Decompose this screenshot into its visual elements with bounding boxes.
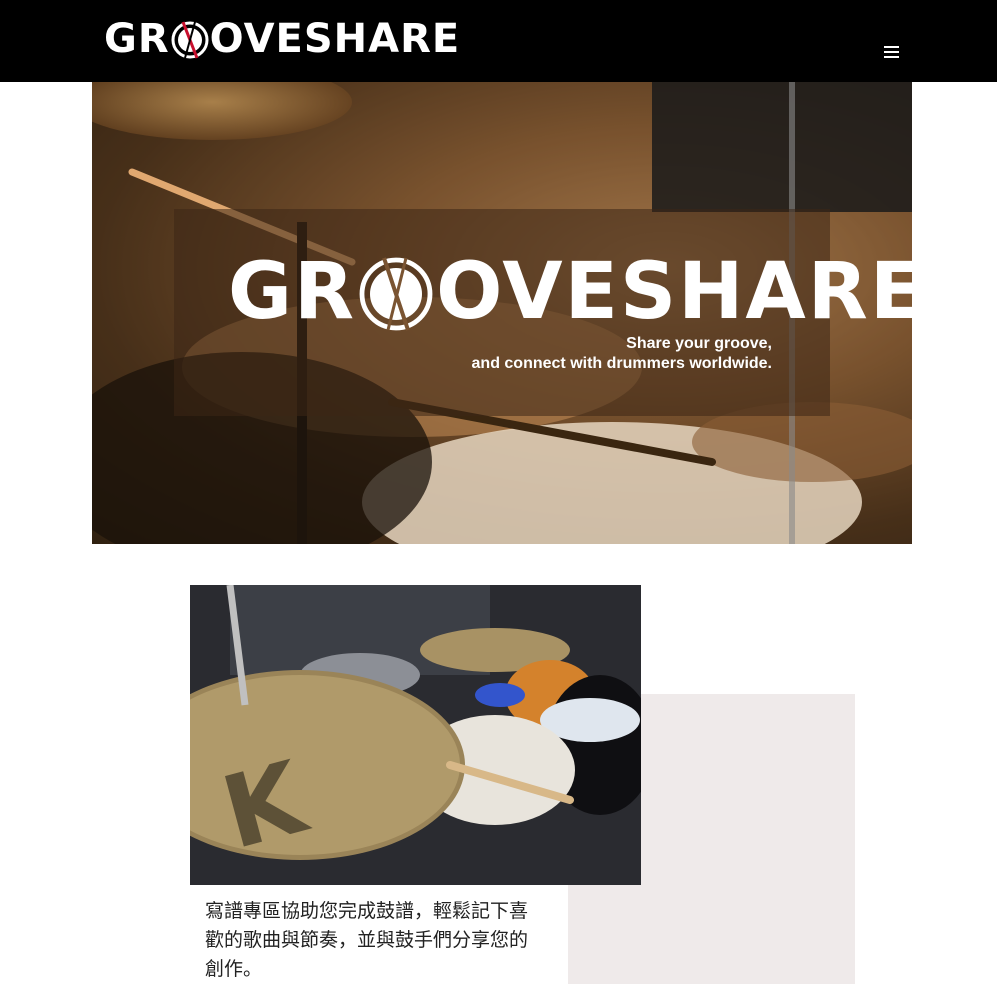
hero-banner: GR OVESHARE Share your groove, and conne… [92, 82, 912, 544]
hero-logo-text-right: OVESHARE [436, 247, 912, 337]
logo-text-right: OVESHARE [209, 16, 461, 62]
feature-drum-kit-photo: K [190, 585, 641, 885]
feature-description: 寫譜專區協助您完成鼓譜，輕鬆記下喜歡的歌曲與節奏，並與鼓手們分享您的創作。 [205, 900, 529, 980]
drum-kit-image: K [190, 585, 641, 885]
tagline-line-2: and connect with drummers worldwide. [471, 355, 772, 372]
hero-drum-logo-icon [359, 257, 433, 331]
top-nav-bar: GR OVESHARE [0, 0, 997, 82]
hero-logo: GR OVESHARE [228, 247, 912, 337]
logo-text-left: GR [104, 16, 170, 62]
tagline-line-1: Share your groove, [626, 335, 772, 352]
hamburger-menu-icon[interactable] [882, 44, 902, 60]
drum-logo-icon [171, 21, 209, 59]
site-logo[interactable]: GR OVESHARE [104, 16, 460, 62]
hero-tagline: Share your groove, and connect with drum… [472, 334, 772, 374]
hero-logo-text-left: GR [228, 247, 357, 337]
